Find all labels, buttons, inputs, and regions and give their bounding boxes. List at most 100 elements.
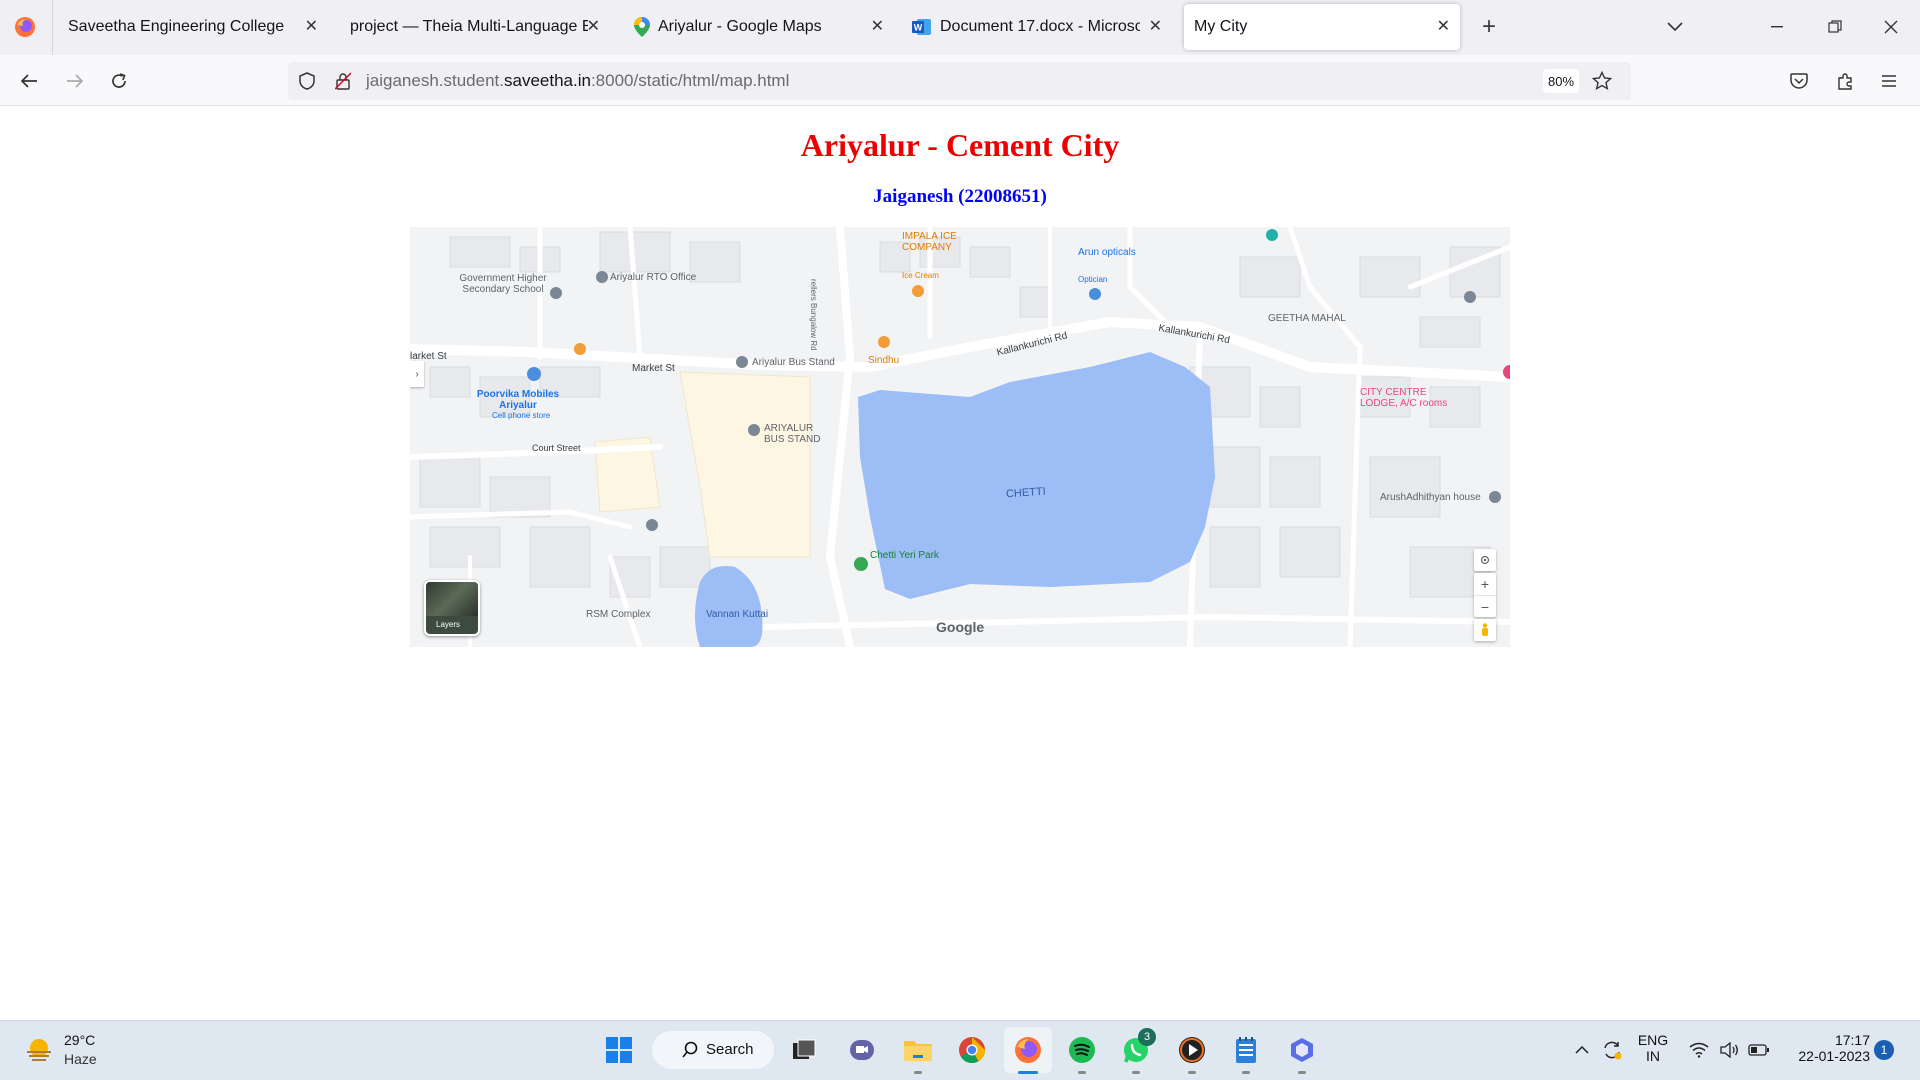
show-hidden-icons-chevron-icon[interactable]	[1570, 1038, 1594, 1062]
file-explorer-running-indicator	[914, 1071, 922, 1074]
map-label-rto: Ariyalur RTO Office	[610, 272, 697, 283]
sync-icon[interactable]	[1600, 1038, 1624, 1062]
map-label-rsm: RSM Complex	[586, 609, 651, 620]
search-icon	[682, 1041, 698, 1064]
maps-pin-icon	[634, 17, 650, 37]
reload-icon[interactable]	[104, 67, 134, 95]
google-logo: Google	[936, 619, 985, 635]
zoom-level-button[interactable]: 80%	[1543, 69, 1579, 93]
file-explorer-icon[interactable]	[900, 1032, 936, 1068]
tab-strip: Saveetha Engineering College ✕ project —…	[0, 0, 1920, 55]
minimize-icon[interactable]	[1762, 14, 1792, 40]
close-tab-icon[interactable]: ✕	[871, 16, 884, 36]
close-tab-icon[interactable]: ✕	[305, 16, 318, 36]
search-label: Search	[706, 1041, 754, 1058]
zoom-controls: + −	[1474, 573, 1496, 617]
tab-title: Saveetha Engineering College	[68, 18, 285, 35]
weather-haze-icon	[24, 1036, 54, 1064]
insecure-lock-icon[interactable]	[332, 70, 354, 92]
map-label-impala: IMPALA ICE COMPANY	[902, 231, 957, 253]
bookmark-star-icon[interactable]	[1590, 69, 1614, 93]
zoom-out-icon[interactable]: −	[1474, 595, 1496, 617]
map-label-chetti-park: Chetti Yeri Park	[870, 550, 939, 561]
tab-project[interactable]: project — Theia Multi-Language Ex ✕	[338, 4, 608, 50]
tab-title: Ariyalur - Google Maps	[658, 18, 822, 35]
url-domain: saveetha.in	[504, 71, 591, 90]
firefox-menu-icon[interactable]	[12, 14, 38, 40]
pocket-icon[interactable]	[1786, 68, 1812, 94]
map-label-arun: Arun opticals	[1078, 247, 1136, 258]
copilot-icon[interactable]	[1284, 1032, 1320, 1068]
firefox-icon[interactable]	[1010, 1032, 1046, 1068]
map-label-bungalow-rd: rellers Bungalow Rd	[809, 279, 818, 351]
embedded-map[interactable]: Government Higher Secondary School Ariya…	[410, 227, 1510, 647]
close-tab-icon[interactable]: ✕	[1437, 16, 1450, 36]
notification-badge[interactable]: 1	[1874, 1040, 1894, 1060]
spotify-icon[interactable]	[1064, 1032, 1100, 1068]
map-label-vannan: Vannan Kuttai	[706, 609, 769, 620]
wifi-icon[interactable]	[1686, 1038, 1712, 1062]
tab-title: My City	[1194, 18, 1248, 35]
forward-arrow-icon[interactable]	[60, 67, 90, 95]
map-label-geetha: GEETHA MAHAL	[1268, 313, 1346, 324]
map-label-cell-store: Cell phone store	[492, 411, 551, 420]
url-bar[interactable]: jaiganesh.student.saveetha.in:8000/stati…	[288, 62, 1631, 100]
copilot-running-indicator	[1298, 1071, 1306, 1074]
map-label-poorvika: Poorvika Mobiles Ariyalur	[476, 389, 560, 411]
tab-word-document[interactable]: W Document 17.docx - Microsoft W ✕	[908, 4, 1168, 50]
expand-side-panel-button[interactable]: ›	[410, 361, 424, 387]
pegman-icon[interactable]	[1474, 619, 1496, 641]
taskbar-search-box[interactable]: Search	[652, 1031, 774, 1069]
page-heading: Ariyalur - Cement City	[800, 127, 1120, 163]
task-view-icon[interactable]	[786, 1032, 822, 1068]
tab-title: project — Theia Multi-Language Ex	[350, 18, 588, 35]
list-tabs-chevron-icon[interactable]	[1660, 14, 1690, 40]
chrome-icon[interactable]	[954, 1032, 990, 1068]
map-label-optician: Optician	[1078, 275, 1108, 284]
notepad-running-indicator	[1242, 1071, 1250, 1074]
weather-temperature: 29°C	[64, 1032, 96, 1048]
url-prefix: jaiganesh.student.	[366, 71, 504, 90]
windows-start-icon[interactable]	[601, 1032, 637, 1068]
tab-title: Document 17.docx - Microsoft W	[940, 18, 1140, 35]
close-tab-icon[interactable]: ✕	[587, 16, 600, 36]
shield-icon[interactable]	[296, 70, 318, 92]
map-layers-button[interactable]: Layers	[424, 580, 480, 636]
close-tab-icon[interactable]: ✕	[1149, 16, 1162, 36]
meet-chat-icon[interactable]	[844, 1032, 880, 1068]
weather-widget[interactable]: 29°C Haze	[24, 1030, 114, 1070]
app-menu-icon[interactable]	[1876, 68, 1902, 94]
zoom-in-icon[interactable]: +	[1474, 573, 1496, 595]
media-player-icon[interactable]	[1174, 1032, 1210, 1068]
volume-icon[interactable]	[1716, 1038, 1742, 1062]
map-label-city-centre: CITY CENTRE LODGE, A/C rooms	[1360, 387, 1448, 409]
clock-time: 17:17	[1834, 1032, 1870, 1048]
back-arrow-icon[interactable]	[14, 67, 44, 95]
battery-icon[interactable]	[1746, 1038, 1772, 1062]
clock[interactable]: 17:17 22-01-2023	[1780, 1030, 1870, 1070]
restore-icon[interactable]	[1820, 14, 1850, 40]
svg-text:W: W	[914, 23, 923, 33]
url-suffix: :8000/static/html/map.html	[590, 71, 790, 90]
url-text[interactable]: jaiganesh.student.saveetha.in:8000/stati…	[366, 71, 789, 91]
new-tab-icon[interactable]: +	[1474, 12, 1504, 42]
clock-date: 22-01-2023	[1798, 1048, 1870, 1064]
language-indicator[interactable]: ENG IN	[1634, 1030, 1672, 1070]
region-code: IN	[1646, 1048, 1660, 1064]
map-label-ice-cream: Ice Cream	[902, 271, 939, 280]
map-label-court-st: Court Street	[532, 443, 581, 453]
map-label-bus-stand: Ariyalur Bus Stand	[752, 357, 835, 368]
page-subheading: Jaiganesh (22008651)	[873, 186, 1047, 207]
tab-google-maps[interactable]: Ariyalur - Google Maps ✕	[622, 4, 894, 50]
extensions-icon[interactable]	[1832, 68, 1858, 94]
my-location-icon[interactable]	[1474, 549, 1496, 571]
notepad-icon[interactable]	[1228, 1032, 1264, 1068]
map-label-market-st-2: Market St	[632, 363, 675, 374]
map-label-gov-school: Government Higher Secondary School	[459, 273, 547, 295]
tab-saveetha[interactable]: Saveetha Engineering College ✕	[56, 4, 328, 50]
map-canvas[interactable]	[410, 227, 1510, 647]
close-window-icon[interactable]	[1876, 14, 1906, 40]
word-icon: W	[912, 18, 932, 36]
map-label-ariyalur-bus-stand: ARIYALUR BUS STAND	[764, 423, 821, 445]
tab-my-city[interactable]: My City ✕	[1184, 4, 1460, 50]
